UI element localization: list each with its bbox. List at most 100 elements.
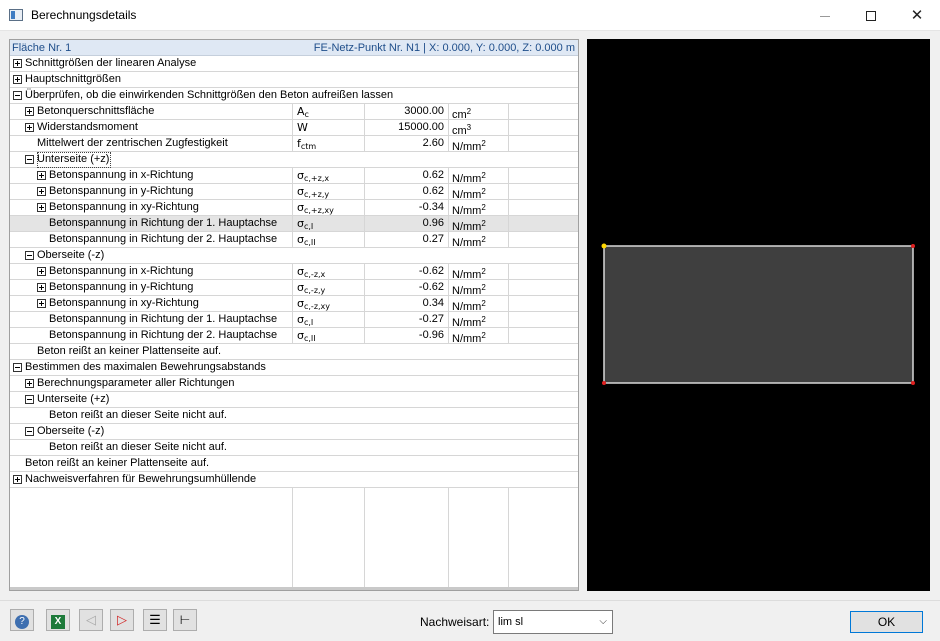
previous-button[interactable]: ◁ — [79, 609, 103, 631]
table-row[interactable]: Mittelwert der zentrischen Zugfestigkeit… — [10, 136, 578, 153]
maximize-button[interactable] — [848, 0, 894, 31]
row-description-cell: Beton reißt an keiner Plattenseite auf. — [10, 344, 578, 360]
table-row[interactable]: Berechnungsparameter aller Richtungen — [10, 376, 578, 392]
row-description-cell: Unterseite (+z) — [10, 152, 578, 168]
row-label: Betonspannung in xy-Richtung — [49, 297, 199, 309]
unit-exponent: 2 — [481, 299, 486, 308]
table-row[interactable]: Betonquerschnittsfläche Ac 3000.00 cm2 — [10, 104, 578, 121]
extra-cell — [508, 120, 578, 136]
symbol: A — [297, 105, 305, 118]
row-description-cell: Betonspannung in x-Richtung — [10, 264, 292, 280]
table-row[interactable]: Überprüfen, ob die einwirkenden Schnittg… — [10, 88, 578, 104]
table-row[interactable]: Hauptschnittgrößen — [10, 72, 578, 88]
close-icon: ✕ — [910, 7, 924, 24]
symbol: σ — [297, 313, 304, 326]
ok-button[interactable]: OK — [850, 611, 923, 633]
collapse-icon[interactable] — [25, 155, 34, 164]
expand-icon[interactable] — [25, 123, 34, 132]
value-cell: 0.62 — [364, 184, 448, 200]
unit-exponent: 2 — [481, 283, 486, 292]
collapse-icon[interactable] — [25, 427, 34, 436]
row-description-cell: Bestimmen des maximalen Bewehrungsabstan… — [10, 360, 578, 376]
row-label: Oberseite (-z) — [37, 249, 105, 261]
value-cell: 0.96 — [364, 216, 448, 232]
expand-icon[interactable] — [37, 187, 46, 196]
table-row[interactable]: Betonspannung in Richtung der 2. Hauptac… — [10, 232, 578, 249]
table-row[interactable]: Oberseite (-z) — [10, 248, 578, 264]
excel-export-button[interactable]: X — [46, 609, 70, 631]
table-row[interactable]: Beton reißt an dieser Seite nicht auf. — [10, 408, 578, 424]
expand-icon[interactable] — [37, 299, 46, 308]
table-row[interactable]: Betonspannung in x-Richtung σc,+z,x 0.62 N/… — [10, 168, 578, 185]
unit-exponent: 2 — [481, 203, 486, 212]
table-row[interactable]: Oberseite (-z) — [10, 424, 578, 440]
unit-exponent: 3 — [466, 123, 472, 132]
table-row[interactable]: Unterseite (+z) — [10, 392, 578, 408]
symbol-subscript: c,+z,xy — [303, 206, 334, 215]
column-divider — [292, 488, 293, 590]
extra-cell — [508, 184, 578, 200]
row-description-cell: Unterseite (+z) — [10, 392, 578, 408]
minimize-button[interactable] — [802, 0, 848, 31]
row-label: Betonspannung in Richtung der 2. Hauptac… — [49, 233, 278, 245]
slab-diagram — [601, 243, 915, 385]
value-cell: 0.62 — [364, 168, 448, 184]
row-label: Widerstandsmoment — [37, 121, 138, 133]
horizontal-scrollbar[interactable] — [10, 587, 578, 590]
maximize-icon — [866, 11, 876, 22]
row-label: Betonspannung in x-Richtung — [49, 169, 194, 181]
table-row[interactable]: Unterseite (+z) — [10, 152, 578, 168]
symbol-subscript: c,II — [303, 334, 316, 343]
expand-icon[interactable] — [25, 379, 34, 388]
tree-view-button[interactable]: ⊢ — [173, 609, 197, 631]
symbol-cell: σc,II — [292, 328, 364, 344]
table-row[interactable]: Betonspannung in Richtung der 1. Hauptac… — [10, 216, 578, 233]
collapse-icon[interactable] — [25, 395, 34, 404]
next-icon: ▷ — [117, 612, 127, 627]
list-view-button[interactable]: ☰ — [143, 609, 167, 631]
expand-icon[interactable] — [25, 107, 34, 116]
expand-icon[interactable] — [13, 59, 22, 68]
value-cell: -0.62 — [364, 280, 448, 296]
table-row[interactable]: Betonspannung in xy-Richtung σc,+z,xy -0.3… — [10, 200, 578, 217]
row-description-cell: Überprüfen, ob die einwirkenden Schnittg… — [10, 88, 578, 104]
expand-icon[interactable] — [37, 283, 46, 292]
table-row[interactable]: Betonspannung in Richtung der 1. Hauptac… — [10, 312, 578, 329]
expand-icon[interactable] — [37, 171, 46, 180]
expand-icon[interactable] — [13, 475, 22, 484]
table-row[interactable]: Schnittgrößen der linearen Analyse — [10, 56, 578, 72]
expand-icon[interactable] — [37, 267, 46, 276]
table-row[interactable]: Beton reißt an dieser Seite nicht auf. — [10, 440, 578, 456]
table-row[interactable]: Beton reißt an keiner Plattenseite auf. — [10, 344, 578, 360]
slab-section — [603, 245, 914, 384]
row-label: Beton reißt an keiner Plattenseite auf. — [37, 345, 222, 357]
table-row[interactable]: Beton reißt an keiner Plattenseite auf. — [10, 456, 578, 472]
expand-icon[interactable] — [13, 75, 22, 84]
graphic-preview[interactable] — [587, 39, 930, 591]
row-description-cell: Nachweisverfahren für Bewehrungsumhüllen… — [10, 472, 578, 488]
table-row[interactable]: Betonspannung in x-Richtung σc,-z,x -0.62 N… — [10, 264, 578, 281]
table-row[interactable]: Betonspannung in y-Richtung σc,+z,y 0.62 N/… — [10, 184, 578, 201]
row-description-cell: Widerstandsmoment — [10, 120, 292, 136]
symbol-subscript: ctm — [300, 142, 317, 151]
nachweisart-select[interactable]: lim sl ⌵ — [493, 610, 613, 634]
extra-cell — [508, 200, 578, 216]
collapse-icon[interactable] — [13, 91, 22, 100]
results-table[interactable]: Fläche Nr. 1 FE-Netz-Punkt Nr. N1 | X: 0… — [9, 39, 579, 591]
symbol-cell: σc,-z,y — [292, 280, 364, 296]
next-button[interactable]: ▷ — [110, 609, 134, 631]
table-row[interactable]: Bestimmen des maximalen Bewehrungsabstan… — [10, 360, 578, 376]
node-red — [911, 381, 915, 385]
table-row[interactable]: Betonspannung in Richtung der 2. Hauptac… — [10, 328, 578, 345]
table-row[interactable]: Widerstandsmoment W 15000.00 cm3 — [10, 120, 578, 137]
collapse-icon[interactable] — [25, 251, 34, 260]
help-button[interactable]: ? — [10, 609, 34, 631]
list-icon: ☰ — [149, 612, 161, 627]
table-row[interactable]: Nachweisverfahren für Bewehrungsumhüllen… — [10, 472, 578, 488]
table-row[interactable]: Betonspannung in y-Richtung σc,-z,y -0.62 N… — [10, 280, 578, 297]
expand-icon[interactable] — [37, 203, 46, 212]
close-button[interactable]: ✕ — [894, 0, 940, 31]
collapse-icon[interactable] — [13, 363, 22, 372]
table-row[interactable]: Betonspannung in xy-Richtung σc,-z,xy 0.34… — [10, 296, 578, 313]
symbol: σ — [297, 297, 304, 310]
